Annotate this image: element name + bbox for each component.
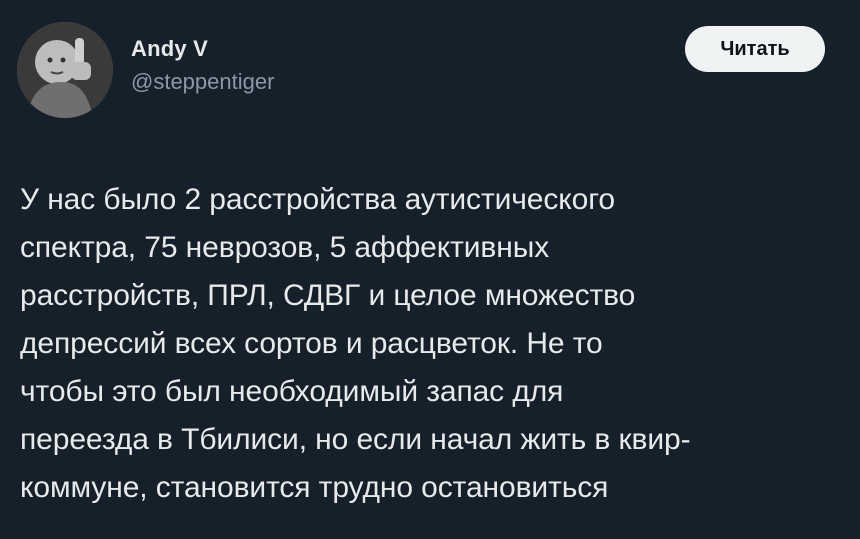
user-avatar-icon bbox=[17, 22, 113, 118]
tweet-text: У нас было 2 расстройства аутистического… bbox=[20, 183, 691, 504]
author-info: Andy V @steppentiger bbox=[131, 36, 274, 96]
follow-button[interactable]: Читать bbox=[685, 26, 825, 72]
tweet-card: Andy V @steppentiger Читать У нас было 2… bbox=[0, 0, 860, 539]
user-handle[interactable]: @steppentiger bbox=[131, 68, 274, 96]
avatar[interactable] bbox=[17, 22, 113, 118]
display-name[interactable]: Andy V bbox=[131, 36, 274, 62]
